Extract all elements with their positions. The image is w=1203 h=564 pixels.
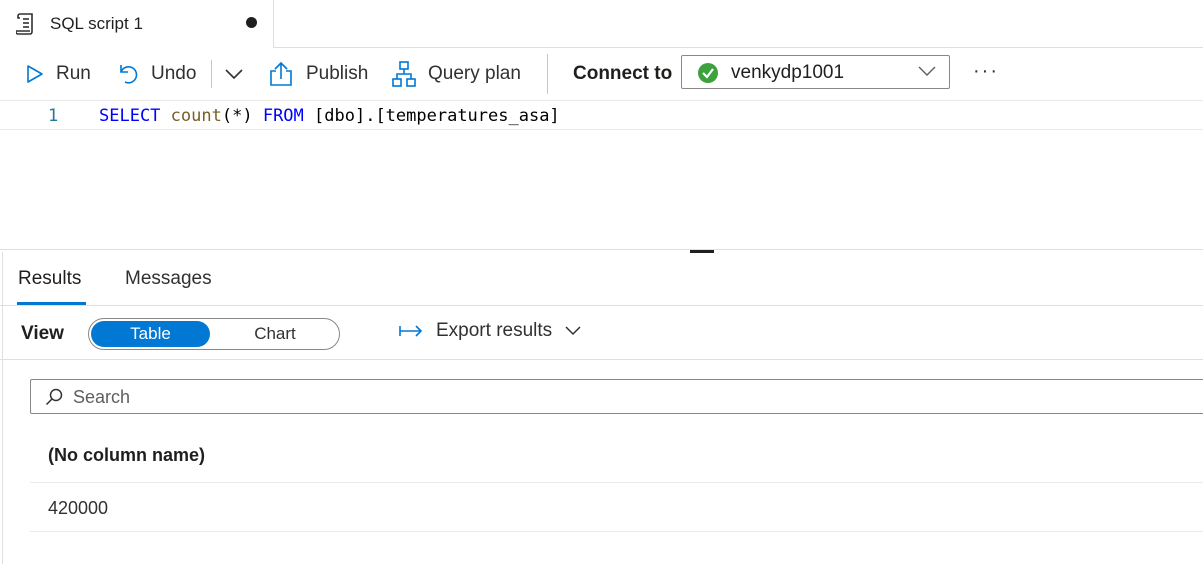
chevron-down-icon <box>918 66 936 76</box>
view-table-option[interactable]: Table <box>91 321 210 347</box>
editor-line: 1 SELECT count(*) FROM [dbo].[temperatur… <box>0 100 1203 130</box>
undo-icon <box>120 65 138 84</box>
script-icon <box>16 13 33 35</box>
connected-check-icon <box>698 63 718 83</box>
toolbar-divider <box>547 54 548 94</box>
tab-title: SQL script 1 <box>50 14 143 33</box>
toolbar: Run Undo Publish Query plan Connect to v… <box>0 48 1203 100</box>
chevron-down-icon <box>225 69 243 80</box>
undo-dropdown-button[interactable] <box>224 58 244 90</box>
column-header[interactable]: (No column name) <box>48 445 205 466</box>
connect-to-label: Connect to <box>573 63 673 84</box>
line-number: 1 <box>48 106 59 126</box>
tab-results[interactable]: Results <box>18 268 81 290</box>
tab-sql-script-1[interactable]: SQL script 1 <box>0 0 274 49</box>
keyword-from: FROM <box>262 106 304 126</box>
run-button[interactable]: Run <box>26 58 91 90</box>
view-bar: View Table Chart Export results <box>0 306 1203 360</box>
toolbar-divider <box>211 60 212 88</box>
query-plan-label: Query plan <box>428 63 521 84</box>
undo-label: Undo <box>151 63 197 84</box>
run-label: Run <box>56 63 91 84</box>
query-plan-button[interactable]: Query plan <box>392 58 521 90</box>
connection-dropdown[interactable]: venkydp1001 <box>681 55 950 89</box>
chevron-down-icon <box>565 326 581 336</box>
unsaved-dot-icon <box>246 17 257 28</box>
count-args: (*) <box>221 106 253 126</box>
export-results-button[interactable]: Export results <box>398 320 582 342</box>
view-toggle: Table Chart <box>88 318 340 350</box>
table-name: [dbo].[temperatures_asa] <box>314 106 560 126</box>
publish-icon <box>270 61 292 86</box>
search-input[interactable] <box>73 384 973 410</box>
play-icon <box>27 65 43 83</box>
table-header: (No column name) <box>30 430 1203 483</box>
publish-button[interactable]: Publish <box>268 58 368 90</box>
tab-strip: SQL script 1 <box>0 0 1203 49</box>
tab-messages[interactable]: Messages <box>125 268 212 290</box>
more-options-button[interactable]: ··· <box>973 60 999 83</box>
search-icon <box>45 388 63 406</box>
results-search-box <box>30 379 1203 414</box>
publish-label: Publish <box>306 63 369 84</box>
keyword-select: SELECT <box>99 106 161 126</box>
view-label: View <box>21 323 64 344</box>
export-results-label: Export results <box>436 320 553 341</box>
table-row[interactable]: 420000 <box>30 483 1203 532</box>
view-chart-option[interactable]: Chart <box>239 321 311 347</box>
undo-button[interactable]: Undo <box>117 58 196 90</box>
hierarchy-icon <box>392 61 416 87</box>
connection-value: venkydp1001 <box>731 62 845 83</box>
sql-editor[interactable]: 1 SELECT count(*) FROM [dbo].[temperatur… <box>0 100 1203 250</box>
active-tab-indicator <box>17 302 86 305</box>
table-cell: 420000 <box>48 498 109 518</box>
results-tabs: Results Messages <box>0 252 1203 306</box>
code-line: SELECT count(*) FROM [dbo].[temperatures… <box>99 106 560 126</box>
export-arrow-icon <box>399 325 423 337</box>
function-count: count <box>170 106 222 126</box>
